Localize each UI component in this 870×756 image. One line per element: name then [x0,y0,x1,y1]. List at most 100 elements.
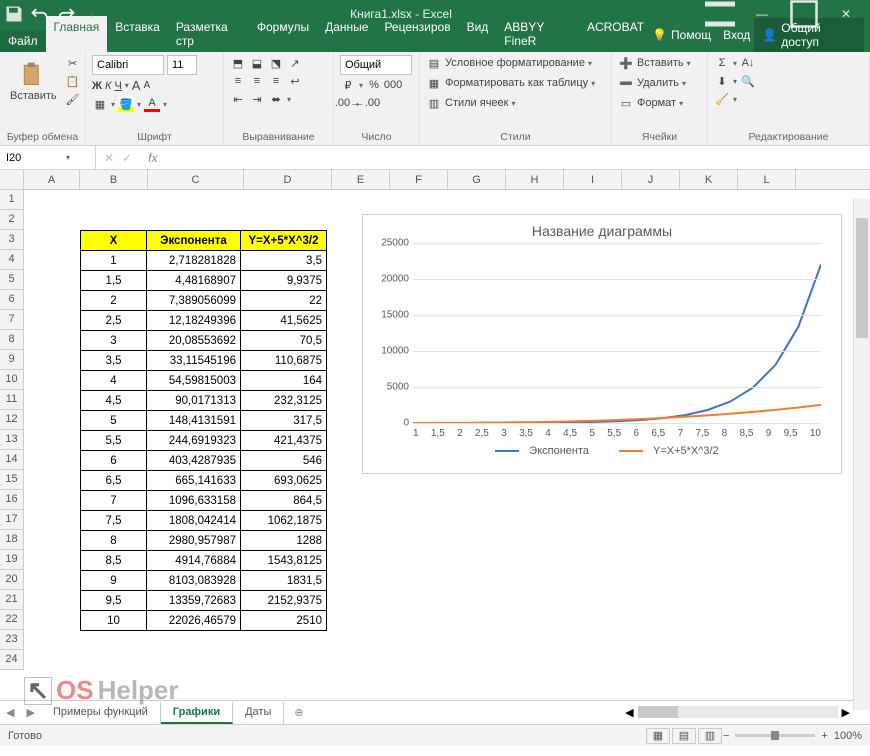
format-cells-button[interactable]: ▭Формат▾ [618,95,701,111]
chart[interactable]: Название диаграммы 050001000015000200002… [362,214,842,474]
fill-icon[interactable]: ⬇ [714,73,730,89]
table-cell[interactable]: 1096,633158 [147,491,241,511]
row-header[interactable]: 8 [0,330,24,350]
zoom-out-icon[interactable]: − [723,730,729,742]
font-name-input[interactable] [92,55,164,75]
zoom-level[interactable]: 100% [834,730,862,742]
minimize-icon[interactable]: — [742,4,782,24]
chart-title[interactable]: Название диаграммы [363,215,841,243]
table-cell[interactable]: 1808,042414 [147,511,241,531]
row-header[interactable]: 17 [0,510,24,530]
table-cell[interactable]: 244,6919323 [147,431,241,451]
vertical-scrollbar[interactable] [853,198,870,710]
table-cell[interactable]: 2980,957987 [147,531,241,551]
row-header[interactable]: 13 [0,430,24,450]
table-cell[interactable]: 2 [81,291,147,311]
page-break-view-icon[interactable]: ▥ [698,728,722,744]
col-header[interactable]: E [332,170,390,189]
col-header[interactable]: I [564,170,622,189]
wrap-text-icon[interactable]: ↩ [287,73,303,89]
table-cell[interactable]: 12,18249396 [147,311,241,331]
table-cell[interactable]: 90,0171313 [147,391,241,411]
comma-icon[interactable]: 000 [385,77,401,93]
row-header[interactable]: 12 [0,410,24,430]
table-cell[interactable]: 6 [81,451,147,471]
tab-file[interactable]: Файл [0,30,46,52]
table-cell[interactable]: 2152,9375 [241,591,327,611]
row-header[interactable]: 5 [0,270,24,290]
font-color-icon[interactable]: A [144,96,160,112]
align-middle-icon[interactable]: ⬓ [249,55,265,71]
row-header[interactable]: 6 [0,290,24,310]
insert-cells-button[interactable]: ➕Вставить▾ [618,55,701,71]
row-header[interactable]: 2 [0,210,24,230]
table-cell[interactable]: 4 [81,371,147,391]
col-header[interactable]: C [148,170,244,189]
name-box[interactable]: ▾ [0,146,96,169]
format-painter-icon[interactable]: 🖌 [65,91,81,107]
row-header[interactable]: 9 [0,350,24,370]
redo-icon[interactable] [56,4,76,24]
qat-dropdown-icon[interactable]: ▾ [82,4,102,24]
enter-formula-icon[interactable]: ✓ [122,151,132,165]
increase-indent-icon[interactable]: ⇥ [249,91,265,107]
col-header[interactable]: A [24,170,80,189]
currency-icon[interactable]: ₽ [340,77,356,93]
percent-icon[interactable]: % [366,77,382,93]
table-cell[interactable]: 6,5 [81,471,147,491]
table-cell[interactable]: 9 [81,571,147,591]
row-header[interactable]: 3 [0,230,24,250]
cancel-formula-icon[interactable]: ✕ [104,151,114,165]
decrease-indent-icon[interactable]: ⇤ [230,91,246,107]
table-cell[interactable]: 1 [81,251,147,271]
table-cell[interactable]: 22 [241,291,327,311]
col-header[interactable]: D [244,170,332,189]
sheet-nav-next-icon[interactable]: ▶ [20,706,40,719]
table-cell[interactable]: 3,5 [241,251,327,271]
table-cell[interactable]: 8,5 [81,551,147,571]
copy-icon[interactable]: 📋 [65,73,81,89]
table-cell[interactable]: 5,5 [81,431,147,451]
fx-icon[interactable]: fx [140,151,165,165]
table-cell[interactable]: 164 [241,371,327,391]
row-header[interactable]: 1 [0,190,24,210]
tab-вставка[interactable]: Вставка [107,16,168,52]
tab-acrobat[interactable]: ACROBAT [579,16,652,52]
zoom-slider[interactable] [735,734,815,737]
table-cell[interactable]: 8103,083928 [147,571,241,591]
table-cell[interactable]: 7,5 [81,511,147,531]
tab-формулы[interactable]: Формулы [249,16,317,52]
row-header[interactable]: 11 [0,390,24,410]
spreadsheet-grid[interactable]: ABCDEFGHIJKL 123456789101112131415161718… [0,170,870,700]
paste-button[interactable]: Вставить [6,55,61,107]
table-cell[interactable]: 1062,1875 [241,511,327,531]
formula-input[interactable] [165,150,870,165]
table-header[interactable]: X [81,231,147,251]
row-header[interactable]: 16 [0,490,24,510]
clear-icon[interactable]: 🧹 [714,91,730,107]
table-cell[interactable]: 421,4375 [241,431,327,451]
row-header[interactable]: 23 [0,630,24,650]
table-cell[interactable]: 7 [81,491,147,511]
decrease-decimal-icon[interactable]: ←.00 [359,95,375,111]
hscroll-right-icon[interactable]: ▶ [842,706,850,719]
table-header[interactable]: Y=X+5*X^3/2 [241,231,327,251]
number-format-input[interactable] [340,55,412,75]
table-cell[interactable]: 70,5 [241,331,327,351]
autosum-icon[interactable]: Σ [714,55,730,71]
col-header[interactable]: B [80,170,148,189]
sheet-nav-prev-icon[interactable]: ◀ [0,706,20,719]
table-cell[interactable]: 4,5 [81,391,147,411]
table-cell[interactable]: 2,718281828 [147,251,241,271]
table-cell[interactable]: 4,48168907 [147,271,241,291]
save-icon[interactable] [4,4,24,24]
find-icon[interactable]: 🔍 [740,73,756,89]
tab-abbyy finer[interactable]: ABBYY FineR [496,16,579,52]
align-left-icon[interactable]: ≡ [230,73,246,89]
table-cell[interactable]: 693,0625 [241,471,327,491]
name-box-input[interactable] [6,152,66,164]
tell-me-icon[interactable]: 💡 [652,28,667,42]
align-top-icon[interactable]: ⬒ [230,55,246,71]
row-header[interactable]: 15 [0,470,24,490]
cell-styles-button[interactable]: ▥Стили ячеек▾ [426,95,605,111]
